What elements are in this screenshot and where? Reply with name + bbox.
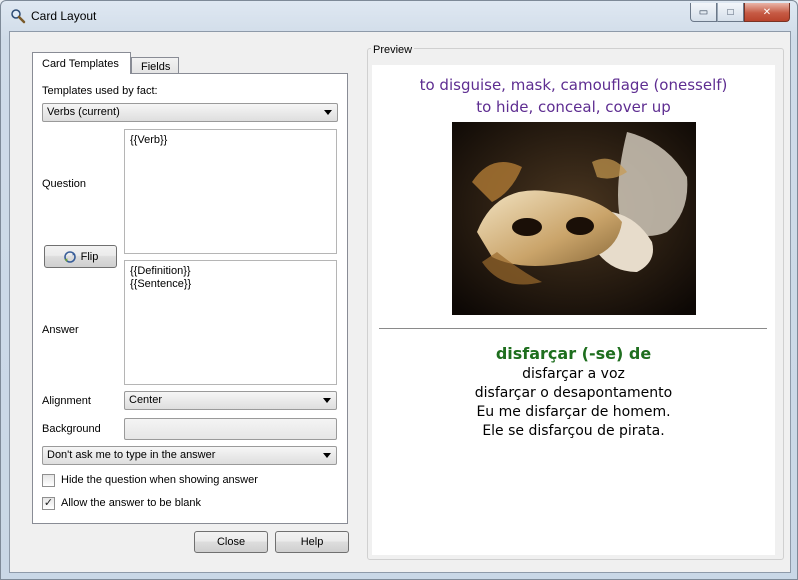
dialog-client-area: Card Templates Fields Templates used by … [9,31,791,573]
chevron-down-icon [323,453,331,458]
hide-question-checkbox[interactable] [42,474,55,487]
preview-question-line: to disguise, mask, camouflage (onesself) [419,76,728,94]
checkmark-icon: ✓ [43,497,54,509]
maximize-button[interactable]: □ [717,3,744,22]
help-button[interactable]: Help [275,531,349,553]
templates-selected: Verbs (current) [47,106,120,118]
venetian-mask-image [452,122,696,315]
alignment-label: Alignment [42,395,91,407]
chevron-down-icon [324,110,332,115]
close-icon: ✕ [762,6,772,18]
preview-question-line: to hide, conceal, cover up [476,98,671,116]
flip-button[interactable]: Flip [44,245,117,268]
preview-answer-line: disfarçar o desapontamento [474,385,673,401]
preview-label: Preview [371,44,415,56]
card-layout-window: Card Layout ▭ □ ✕ Card Templates Fields … [0,0,798,580]
alignment-selected: Center [129,394,163,406]
maximize-icon: □ [727,6,734,18]
type-answer-selected: Don't ask me to type in the answer [47,449,216,461]
title-bar[interactable]: Card Layout ▭ □ ✕ [1,1,797,31]
question-template-editor[interactable]: {{Verb}} [124,129,337,254]
flip-icon [63,250,76,263]
window-title: Card Layout [31,9,97,23]
background-label: Background [42,423,101,435]
help-label: Help [300,536,324,548]
templates-select[interactable]: Verbs (current) [42,103,338,122]
minimize-icon: ▭ [698,6,709,18]
hide-question-label: Hide the question when showing answer [61,474,258,486]
type-answer-select[interactable]: Don't ask me to type in the answer [42,446,337,465]
answer-label: Answer [42,324,79,336]
close-window-button[interactable]: ✕ [744,3,790,22]
chevron-down-icon [323,398,331,403]
preview-pane: to disguise, mask, camouflage (onesself)… [372,65,775,555]
tab-card-templates[interactable]: Card Templates [32,52,131,74]
question-label: Question [42,178,87,190]
close-label: Close [216,536,246,548]
flip-label: Flip [80,250,99,263]
close-button[interactable]: Close [194,531,268,553]
preview-answer-line: disfarçar a voz [522,366,625,382]
templates-label: Templates used by fact: [42,85,158,97]
minimize-button[interactable]: ▭ [690,3,717,22]
question-answer-divider [379,328,767,329]
alignment-select[interactable]: Center [124,391,337,410]
answer-template-editor[interactable]: {{Definition}} {{Sentence}} [124,260,337,385]
preview-answer-heading: disfarçar (-se) de [495,344,652,363]
preview-answer-line: Eu me disfarçar de homem. [476,404,671,420]
background-color-button[interactable] [124,418,337,440]
preview-answer-line: Ele se disfarçou de pirata. [482,423,665,439]
allow-blank-checkbox[interactable]: ✓ [42,497,55,510]
allow-blank-label: Allow the answer to be blank [61,497,202,509]
magnifier-icon [11,9,26,24]
card-templates-panel: Templates used by fact: Verbs (current) … [32,73,348,524]
